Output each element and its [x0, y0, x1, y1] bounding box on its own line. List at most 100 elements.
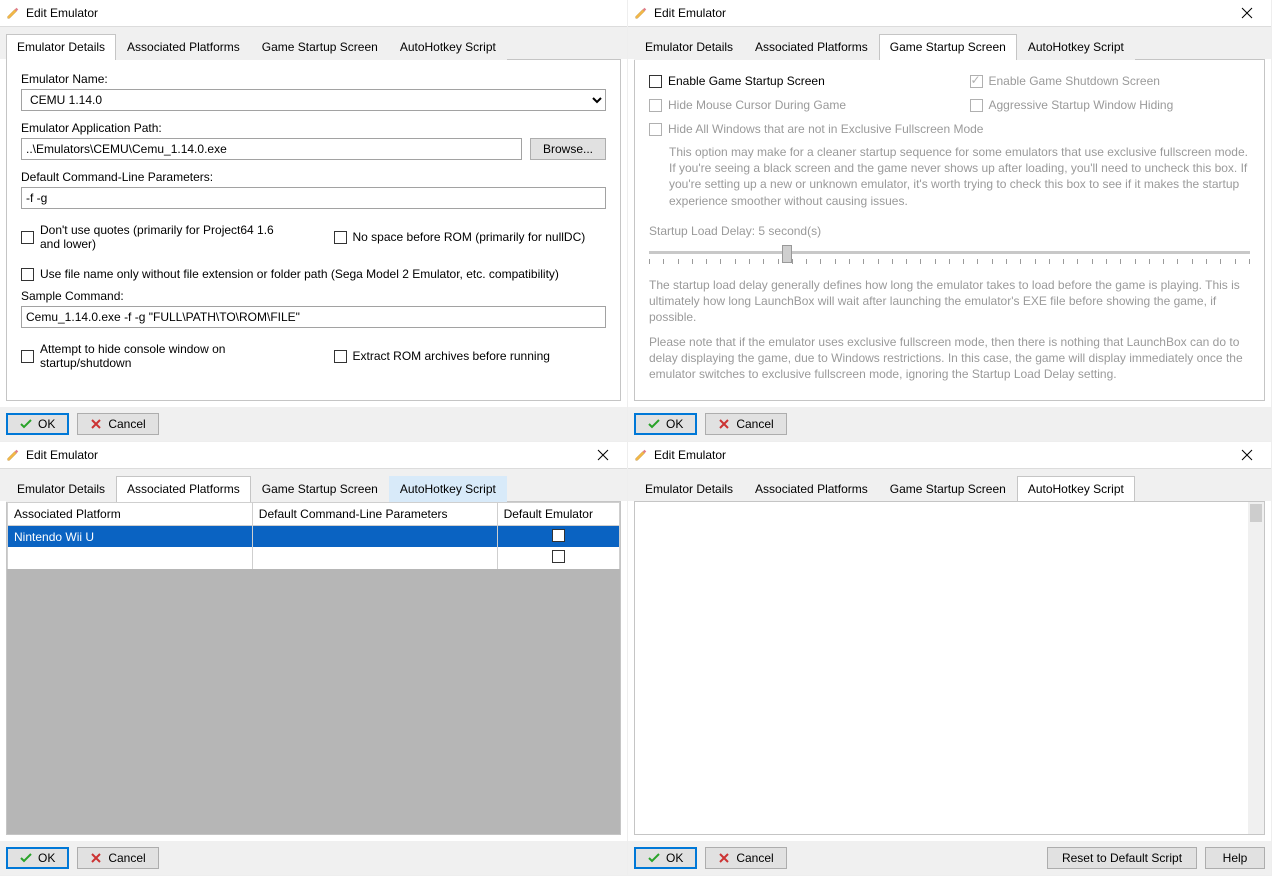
tab-game-startup-screen[interactable]: Game Startup Screen	[251, 476, 389, 502]
hide-cursor-checkbox: Hide Mouse Cursor During Game	[649, 98, 930, 112]
enable-shutdown-label: Enable Game Shutdown Screen	[989, 74, 1160, 88]
pencil-icon	[6, 448, 20, 462]
reset-script-button[interactable]: Reset to Default Script	[1047, 847, 1197, 869]
aggressive-hide-checkbox: Aggressive Startup Window Hiding	[970, 98, 1251, 112]
default-params-input[interactable]	[21, 187, 606, 209]
tab-game-startup-screen[interactable]: Game Startup Screen	[251, 34, 389, 60]
tab-autohotkey-script[interactable]: AutoHotkey Script	[1017, 34, 1135, 60]
sample-command-output	[21, 306, 606, 328]
pencil-icon	[634, 6, 648, 20]
button-bar: OK Cancel	[0, 407, 627, 441]
button-bar: OK Cancel	[0, 841, 627, 875]
startup-delay-help-1: The startup load delay generally defines…	[649, 277, 1250, 326]
table-row[interactable]: Nintendo Wii U	[8, 526, 620, 548]
default-params-label: Default Command-Line Parameters:	[21, 170, 606, 184]
hide-all-windows-checkbox: Hide All Windows that are not in Exclusi…	[649, 122, 1250, 136]
no-quotes-label: Don't use quotes (primarily for Project6…	[40, 223, 294, 251]
x-icon	[718, 852, 730, 864]
checkmark-icon	[20, 418, 32, 430]
tab-emulator-details[interactable]: Emulator Details	[634, 34, 744, 60]
window-title: Edit Emulator	[654, 448, 726, 462]
ok-button[interactable]: OK	[6, 413, 69, 435]
tab-game-startup-screen[interactable]: Game Startup Screen	[879, 34, 1017, 60]
tab-autohotkey-script[interactable]: AutoHotkey Script	[389, 476, 507, 502]
hide-all-windows-label: Hide All Windows that are not in Exclusi…	[668, 122, 983, 136]
tab-content-details: Emulator Name: CEMU 1.14.0 Emulator Appl…	[6, 59, 621, 401]
ok-button[interactable]: OK	[634, 413, 697, 435]
script-editor[interactable]	[635, 502, 1264, 834]
hide-console-checkbox[interactable]: Attempt to hide console window on startu…	[21, 342, 294, 370]
window-title: Edit Emulator	[654, 6, 726, 20]
cell-default-checkbox[interactable]	[497, 547, 619, 568]
enable-startup-checkbox[interactable]: Enable Game Startup Screen	[649, 74, 930, 88]
tab-emulator-details[interactable]: Emulator Details	[6, 476, 116, 502]
tab-associated-platforms[interactable]: Associated Platforms	[744, 34, 879, 60]
aggressive-hide-label: Aggressive Startup Window Hiding	[989, 98, 1174, 112]
startup-delay-help-2: Please note that if the emulator uses ex…	[649, 334, 1250, 383]
tab-content-startup: Enable Game Startup Screen Enable Game S…	[634, 59, 1265, 401]
no-space-checkbox[interactable]: No space before ROM (primarily for nullD…	[334, 223, 607, 251]
ok-button[interactable]: OK	[6, 847, 69, 869]
scrollbar-vertical[interactable]	[1248, 502, 1264, 834]
button-bar: OK Cancel	[628, 407, 1271, 441]
col-header-params[interactable]: Default Command-Line Parameters	[252, 503, 497, 526]
enable-startup-label: Enable Game Startup Screen	[668, 74, 825, 88]
titlebar: Edit Emulator	[628, 0, 1271, 26]
browse-button[interactable]: Browse...	[530, 138, 606, 160]
emulator-name-label: Emulator Name:	[21, 72, 606, 86]
tab-game-startup-screen[interactable]: Game Startup Screen	[879, 476, 1017, 502]
x-icon	[718, 418, 730, 430]
cancel-button[interactable]: Cancel	[77, 847, 158, 869]
cancel-button[interactable]: Cancel	[705, 413, 786, 435]
extract-rom-label: Extract ROM archives before running	[353, 349, 550, 363]
tab-associated-platforms[interactable]: Associated Platforms	[744, 476, 879, 502]
tabbar: Emulator Details Associated Platforms Ga…	[0, 26, 627, 59]
titlebar: Edit Emulator	[0, 0, 627, 26]
associated-platforms-table[interactable]: Associated Platform Default Command-Line…	[7, 502, 620, 834]
checkmark-icon	[20, 852, 32, 864]
tab-emulator-details[interactable]: Emulator Details	[634, 476, 744, 502]
tabbar: Emulator Details Associated Platforms Ga…	[628, 468, 1271, 501]
table-row-empty[interactable]	[8, 547, 620, 568]
checkmark-icon	[648, 852, 660, 864]
tab-associated-platforms[interactable]: Associated Platforms	[116, 476, 251, 502]
emulator-path-input[interactable]	[21, 138, 522, 160]
x-icon	[90, 852, 102, 864]
emulator-name-select[interactable]: CEMU 1.14.0	[21, 89, 606, 111]
ok-button[interactable]: OK	[634, 847, 697, 869]
emulator-path-label: Emulator Application Path:	[21, 121, 606, 135]
no-quotes-checkbox[interactable]: Don't use quotes (primarily for Project6…	[21, 223, 294, 251]
cancel-button[interactable]: Cancel	[77, 413, 158, 435]
checkmark-icon	[648, 418, 660, 430]
panel-game-startup-screen: Edit Emulator Emulator Details Associate…	[628, 0, 1272, 442]
pencil-icon	[6, 6, 20, 20]
panel-autohotkey-script: Edit Emulator Emulator Details Associate…	[628, 442, 1272, 876]
titlebar: Edit Emulator	[0, 442, 627, 468]
col-header-default[interactable]: Default Emulator	[497, 503, 619, 526]
window-close-button[interactable]	[585, 443, 621, 467]
tab-autohotkey-script[interactable]: AutoHotkey Script	[1017, 476, 1135, 502]
no-space-label: No space before ROM (primarily for nullD…	[353, 230, 586, 244]
cancel-button[interactable]: Cancel	[705, 847, 786, 869]
enable-shutdown-checkbox: Enable Game Shutdown Screen	[970, 74, 1251, 88]
filename-only-checkbox[interactable]: Use file name only without file extensio…	[21, 267, 606, 281]
panel-associated-platforms: Edit Emulator Emulator Details Associate…	[0, 442, 628, 876]
window-title: Edit Emulator	[26, 6, 98, 20]
tab-associated-platforms[interactable]: Associated Platforms	[116, 34, 251, 60]
tab-content-ahk	[634, 501, 1265, 835]
cell-platform[interactable]: Nintendo Wii U	[8, 526, 253, 548]
sample-command-label: Sample Command:	[21, 289, 606, 303]
tab-content-platforms: Associated Platform Default Command-Line…	[6, 501, 621, 835]
window-close-button[interactable]	[1229, 1, 1265, 25]
window-close-button[interactable]	[1229, 443, 1265, 467]
extract-rom-checkbox[interactable]: Extract ROM archives before running	[334, 342, 607, 370]
col-header-platform[interactable]: Associated Platform	[8, 503, 253, 526]
tab-autohotkey-script[interactable]: AutoHotkey Script	[389, 34, 507, 60]
tab-emulator-details[interactable]: Emulator Details	[6, 34, 116, 60]
titlebar: Edit Emulator	[628, 442, 1271, 468]
cell-default-checkbox[interactable]	[497, 526, 619, 548]
help-button[interactable]: Help	[1205, 847, 1265, 869]
hide-cursor-label: Hide Mouse Cursor During Game	[668, 98, 846, 112]
cell-params[interactable]	[252, 526, 497, 548]
startup-delay-slider[interactable]	[649, 243, 1250, 269]
